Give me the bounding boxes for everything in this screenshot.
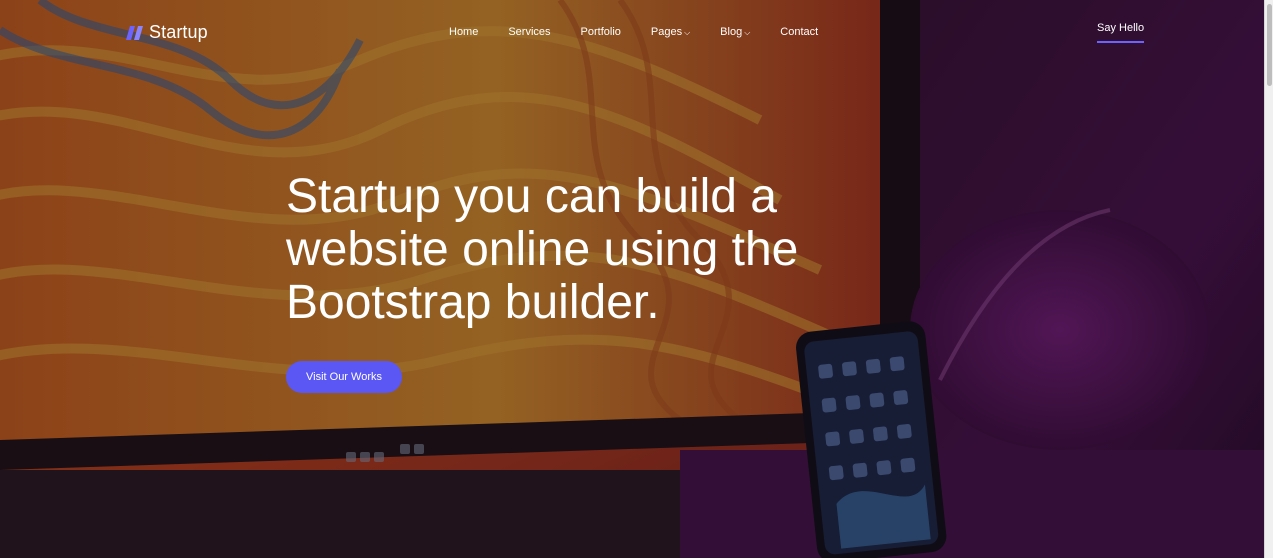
chevron-down-icon: ⌵ <box>744 28 751 37</box>
nav-label: Home <box>449 26 479 38</box>
nav-label: Services <box>508 26 551 38</box>
hero-headline: Startup you can build a website online u… <box>286 170 799 329</box>
nav-label: Contact <box>780 26 819 38</box>
nav-label: Blog <box>720 26 743 38</box>
nav-item-contact[interactable]: Contact <box>780 26 818 39</box>
nav-item-home[interactable]: Home <box>449 26 478 39</box>
say-hello-link[interactable]: Say Hello <box>1097 22 1145 43</box>
brand-logo[interactable]: Startup <box>126 22 208 43</box>
nav-label: Pages <box>650 26 683 38</box>
hero-section: Startup Home Services Portfolio Pages ⌵ … <box>0 0 1273 558</box>
chevron-down-icon: ⌵ <box>684 28 691 37</box>
visit-our-works-button[interactable]: Visit Our Works <box>286 361 402 393</box>
nav-item-portfolio[interactable]: Portfolio <box>581 26 621 39</box>
nav-item-pages[interactable]: Pages ⌵ <box>651 26 690 39</box>
nav-item-blog[interactable]: Blog ⌵ <box>720 26 750 39</box>
main-nav: Home Services Portfolio Pages ⌵ Blog ⌵ C… <box>449 26 818 39</box>
brand-name: Startup <box>149 22 208 42</box>
nav-item-services[interactable]: Services <box>508 26 550 39</box>
double-slash-logo-icon <box>126 25 143 40</box>
scrollbar-thumb[interactable] <box>1267 4 1272 86</box>
page-scrollbar[interactable] <box>1264 0 1273 558</box>
nav-label: Portfolio <box>580 26 621 38</box>
